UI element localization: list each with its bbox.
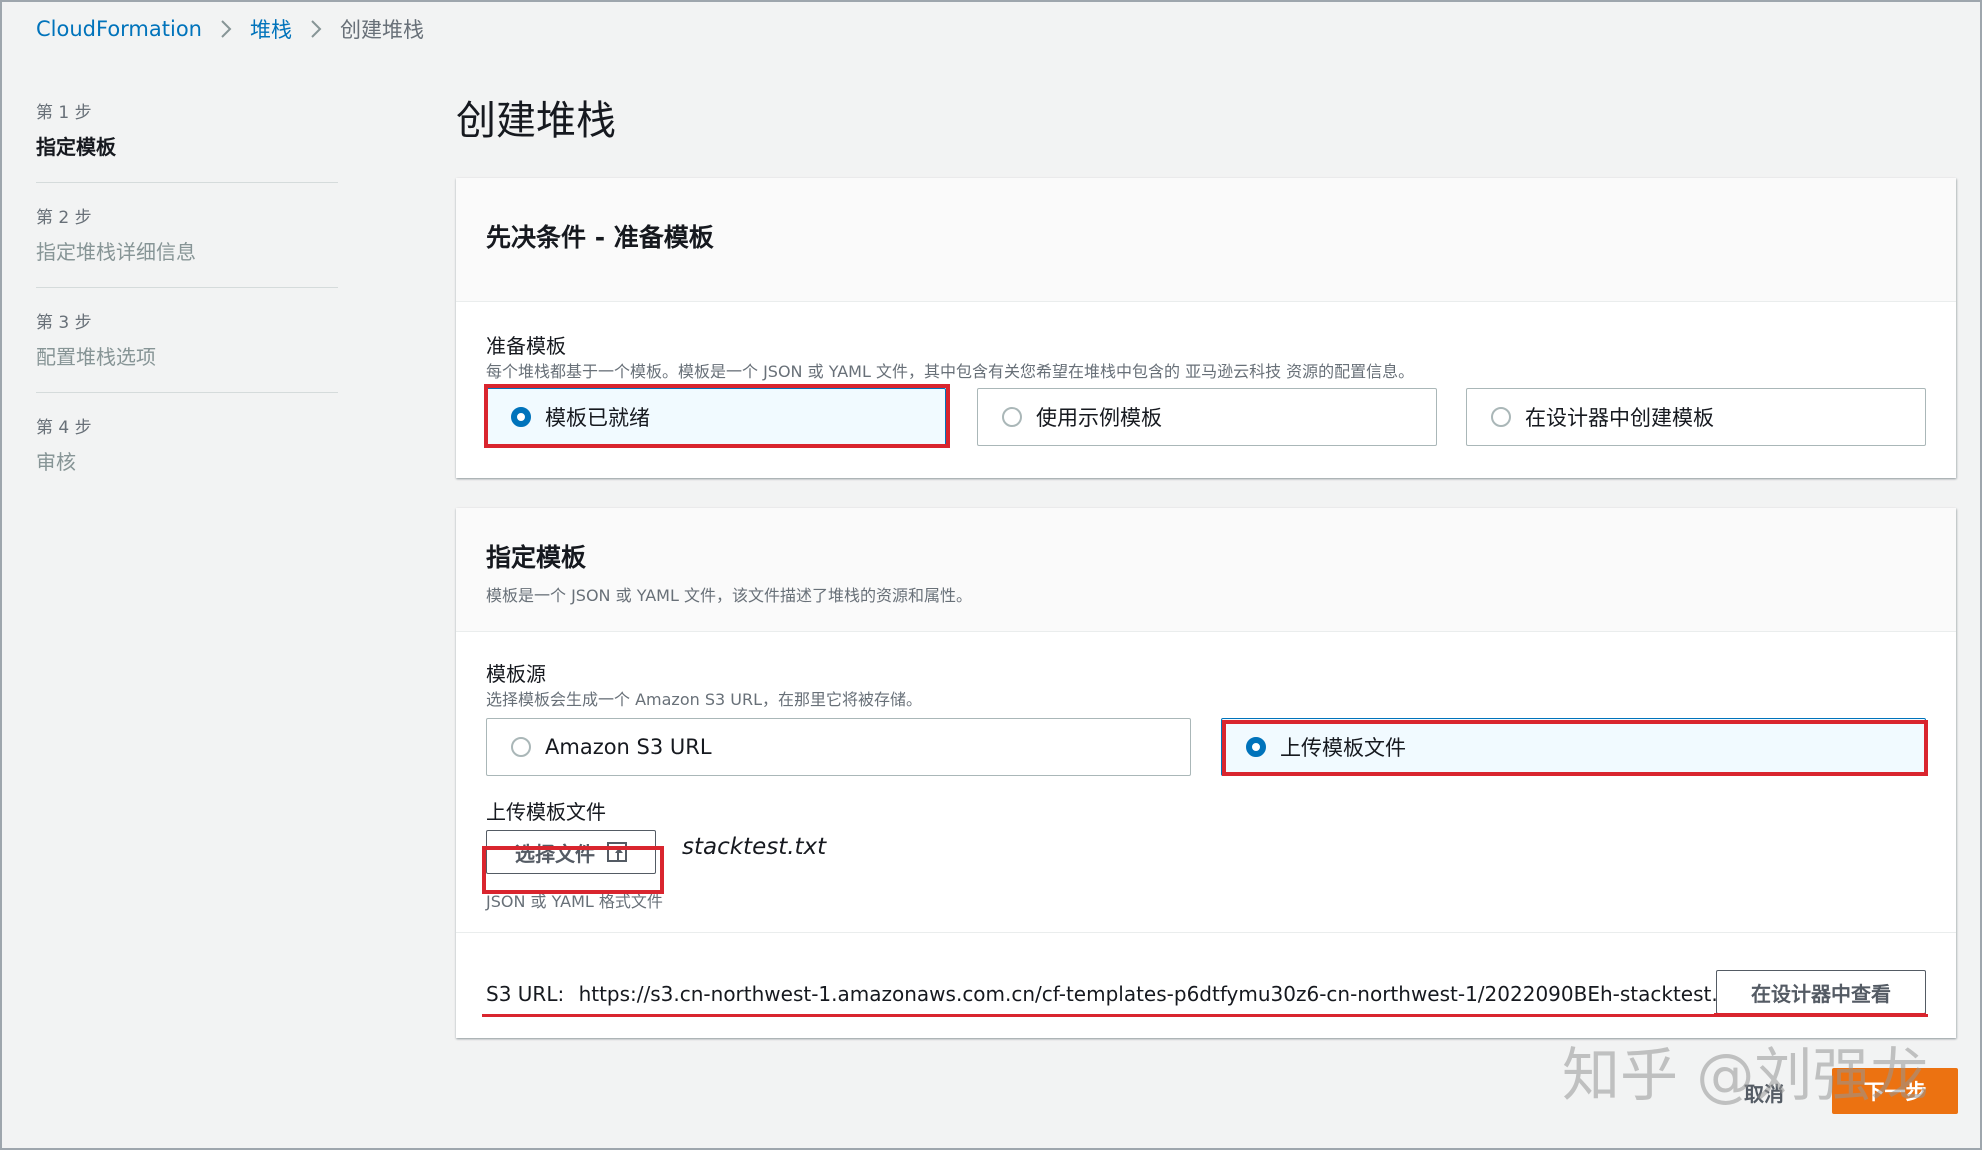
- selected-file-name: stacktest.txt: [682, 834, 827, 860]
- step-title: 指定堆栈详细信息: [36, 240, 196, 264]
- breadcrumb-create-stack: 创建堆栈: [339, 18, 424, 42]
- breadcrumb-cloudformation[interactable]: CloudFormation: [36, 17, 202, 41]
- choose-file-button[interactable]: 选择文件: [486, 830, 656, 874]
- page-title: 创建堆栈: [456, 98, 616, 144]
- step-3: 第 3 步 配置堆栈选项: [36, 308, 338, 393]
- prerequisite-header: 先决条件 - 准备模板: [456, 178, 1956, 302]
- specify-template-header: 指定模板 模板是一个 JSON 或 YAML 文件，该文件描述了堆栈的资源和属性…: [456, 508, 1956, 632]
- step-number: 第 1 步: [36, 103, 92, 123]
- tile-label: 上传模板文件: [1280, 736, 1406, 760]
- view-in-designer-label: 在设计器中查看: [1751, 981, 1891, 1006]
- s3-url-label: S3 URL:: [486, 982, 565, 1006]
- tile-create-in-designer[interactable]: 在设计器中创建模板: [1466, 388, 1926, 446]
- s3-url-value: https://s3.cn-northwest-1.amazonaws.com.…: [578, 982, 1746, 1006]
- step-2: 第 2 步 指定堆栈详细信息: [36, 203, 338, 288]
- specify-template-title: 指定模板: [486, 543, 587, 572]
- prerequisite-container: 先决条件 - 准备模板 准备模板 每个堆栈都基于一个模板。模板是一个 JSON …: [456, 178, 1956, 478]
- radio-selected-icon: [1246, 737, 1266, 757]
- wizard-steps: 第 1 步 指定模板 第 2 步 指定堆栈详细信息 第 3 步 配置堆栈选项 第…: [36, 98, 338, 517]
- tile-template-ready[interactable]: 模板已就绪: [486, 388, 946, 446]
- upload-icon: [607, 842, 627, 862]
- breadcrumb-stacks[interactable]: 堆栈: [250, 14, 292, 44]
- radio-selected-icon: [511, 407, 531, 427]
- tile-use-sample-template[interactable]: 使用示例模板: [977, 388, 1437, 446]
- prerequisite-body: 准备模板 每个堆栈都基于一个模板。模板是一个 JSON 或 YAML 文件，其中…: [456, 302, 1956, 478]
- template-source-label: 模板源: [486, 662, 546, 686]
- tile-label: Amazon S3 URL: [545, 735, 712, 759]
- step-number: 第 3 步: [36, 313, 92, 333]
- tile-amazon-s3-url[interactable]: Amazon S3 URL: [486, 718, 1191, 776]
- template-source-desc: 选择模板会生成一个 Amazon S3 URL，在那里它将被存储。: [486, 690, 923, 709]
- step-1: 第 1 步 指定模板: [36, 98, 338, 183]
- chevron-right-icon: [310, 19, 322, 39]
- prepare-template-label: 准备模板: [486, 334, 566, 358]
- step-number: 第 4 步: [36, 418, 92, 438]
- specify-template-desc: 模板是一个 JSON 或 YAML 文件，该文件描述了堆栈的资源和属性。: [486, 586, 972, 605]
- watermark: 知乎 @刘强龙: [1562, 1041, 1929, 1109]
- tile-upload-template-file[interactable]: 上传模板文件: [1221, 718, 1926, 776]
- tile-label: 在设计器中创建模板: [1525, 406, 1714, 430]
- breadcrumb: CloudFormation 堆栈 创建堆栈: [36, 14, 424, 44]
- choose-file-label: 选择文件: [515, 841, 595, 866]
- specify-template-container: 指定模板 模板是一个 JSON 或 YAML 文件，该文件描述了堆栈的资源和属性…: [456, 508, 1956, 1038]
- step-number: 第 2 步: [36, 208, 92, 228]
- step-4: 第 4 步 审核: [36, 413, 338, 497]
- step-title: 配置堆栈选项: [36, 345, 156, 369]
- tile-label: 模板已就绪: [545, 406, 650, 430]
- step-title: 指定模板: [36, 135, 116, 159]
- prerequisite-title: 先决条件 - 准备模板: [486, 223, 714, 252]
- tile-label: 使用示例模板: [1036, 406, 1162, 430]
- prepare-template-desc: 每个堆栈都基于一个模板。模板是一个 JSON 或 YAML 文件，其中包含有关您…: [486, 362, 1415, 381]
- radio-icon: [511, 737, 531, 757]
- divider: [456, 932, 1956, 933]
- file-format-hint: JSON 或 YAML 格式文件: [486, 892, 663, 911]
- upload-template-label: 上传模板文件: [486, 800, 606, 824]
- specify-template-body: 模板源 选择模板会生成一个 Amazon S3 URL，在那里它将被存储。 Am…: [456, 632, 1956, 1038]
- s3-url-row: S3 URL: https://s3.cn-northwest-1.amazon…: [486, 982, 1745, 1006]
- radio-icon: [1002, 407, 1022, 427]
- step-title: 审核: [36, 450, 76, 474]
- view-in-designer-button[interactable]: 在设计器中查看: [1716, 970, 1926, 1014]
- radio-icon: [1491, 407, 1511, 427]
- chevron-right-icon: [220, 19, 232, 39]
